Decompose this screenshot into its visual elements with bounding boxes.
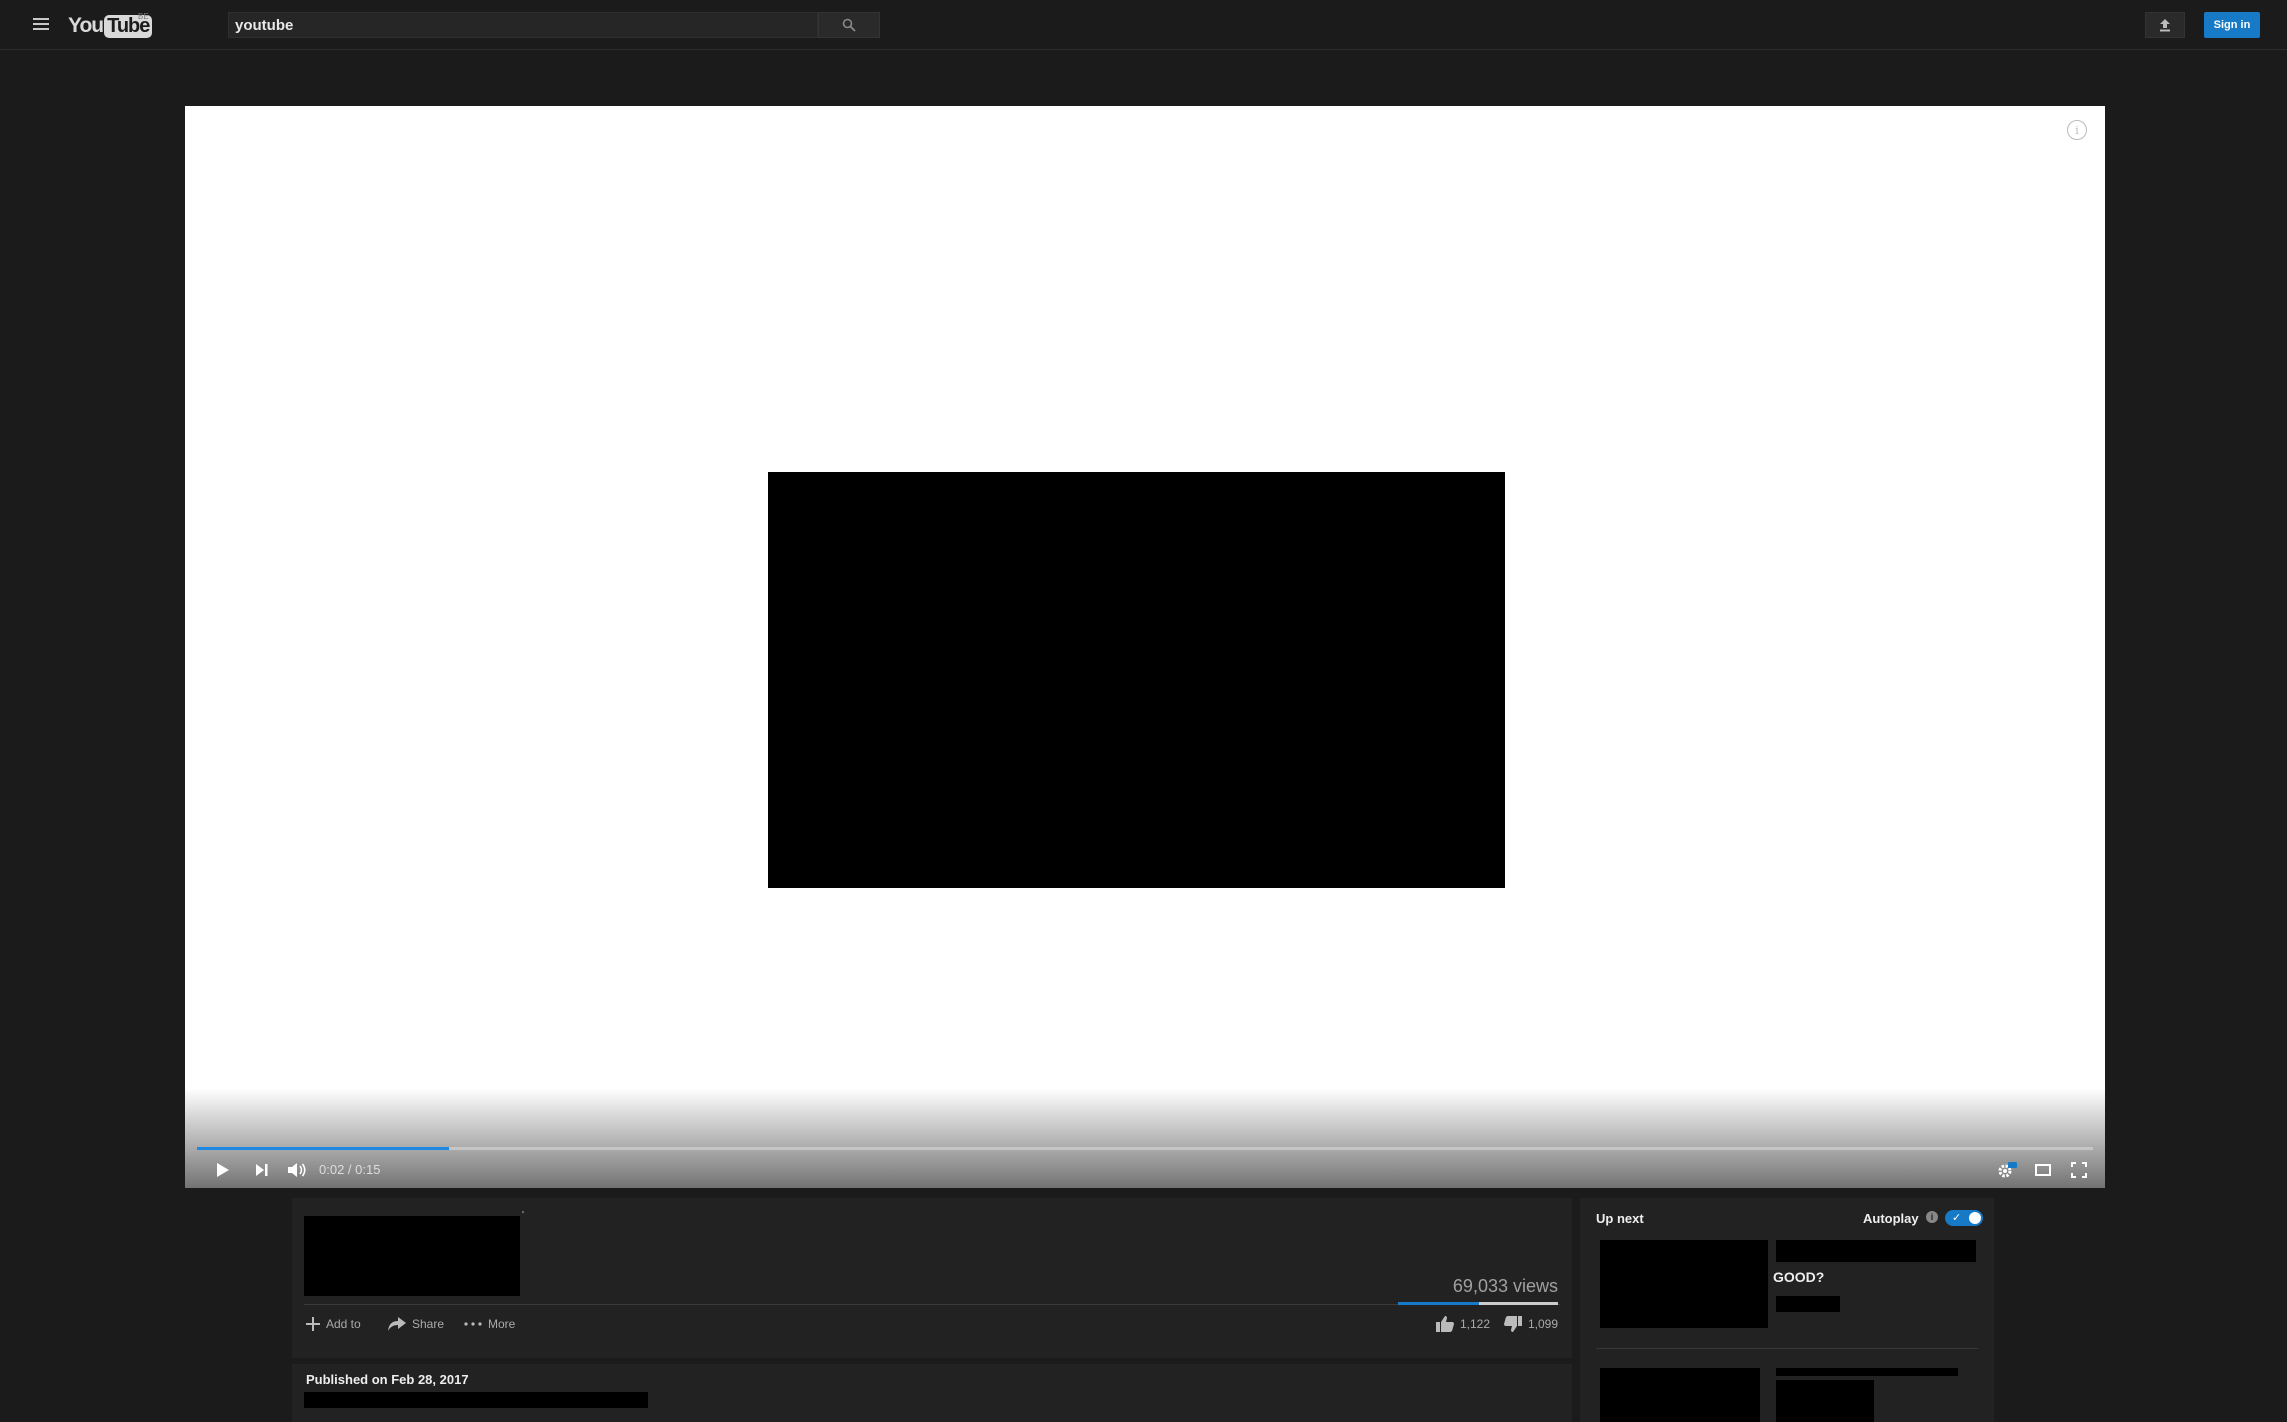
- autoplay-info-icon[interactable]: i: [1926, 1211, 1938, 1223]
- more-label: More: [488, 1317, 516, 1331]
- title-mark: ': [522, 1210, 524, 1221]
- divider: [1596, 1348, 1978, 1349]
- sentiment-bar: [1398, 1302, 1558, 1305]
- more-button[interactable]: More: [464, 1314, 515, 1334]
- video-info-panel: ' 69,033 views Add to Share More 1,122 1…: [292, 1198, 1572, 1358]
- recommendation-channel-redacted: [1776, 1296, 1840, 1312]
- dislike-button[interactable]: 1,099: [1504, 1314, 1558, 1334]
- like-count: 1,122: [1460, 1317, 1491, 1331]
- info-icon[interactable]: i: [2067, 120, 2087, 140]
- dislike-count: 1,099: [1528, 1317, 1559, 1331]
- search-icon: [842, 18, 856, 32]
- toggle-knob: [1969, 1212, 1981, 1224]
- upload-button[interactable]: [2145, 12, 2185, 38]
- play-icon: [217, 1163, 229, 1177]
- share-label: Share: [412, 1317, 445, 1331]
- description-redacted: [304, 1392, 648, 1408]
- view-count: 69,033 views: [1452, 1276, 1558, 1296]
- volume-button[interactable]: [285, 1158, 309, 1182]
- add-to-button[interactable]: Add to: [306, 1314, 361, 1334]
- published-date: Published on Feb 28, 2017: [306, 1372, 469, 1387]
- share-button[interactable]: Share: [388, 1314, 444, 1334]
- next-button[interactable]: [251, 1158, 273, 1182]
- up-next-sidebar: Up next Autoplay i ✓ GOOD?: [1580, 1198, 1994, 1422]
- settings-icon: [1998, 1162, 2017, 1178]
- volume-icon: [288, 1163, 306, 1177]
- next-icon: [256, 1164, 268, 1176]
- fullscreen-icon: [2071, 1162, 2087, 1178]
- up-next-heading: Up next: [1596, 1211, 1644, 1226]
- recommendation-thumbnail[interactable]: [1600, 1368, 1760, 1422]
- theater-mode-button[interactable]: [2031, 1158, 2055, 1182]
- sentiment-like-fill: [1398, 1302, 1479, 1305]
- sign-in-button[interactable]: Sign in: [2204, 12, 2260, 38]
- divider: [304, 1304, 1560, 1305]
- add-icon: [306, 1317, 320, 1331]
- thumbs-up-icon: [1436, 1316, 1454, 1332]
- more-icon: [464, 1322, 482, 1326]
- theater-icon: [2035, 1164, 2051, 1176]
- controls-gradient: [185, 1088, 2105, 1188]
- autoplay-label: Autoplay: [1863, 1211, 1919, 1226]
- settings-button[interactable]: [1995, 1158, 2019, 1182]
- logo-region: BE: [138, 12, 149, 21]
- masthead: You Tube BE youtube Sign in: [0, 0, 2287, 50]
- description-panel: Published on Feb 28, 2017: [292, 1364, 1572, 1422]
- search-input[interactable]: youtube: [228, 12, 818, 38]
- play-button[interactable]: [211, 1158, 235, 1182]
- time-display: 0:02 / 0:15: [319, 1162, 381, 1177]
- fullscreen-button[interactable]: [2067, 1158, 2091, 1182]
- recommendation-title[interactable]: GOOD?: [1773, 1269, 1824, 1285]
- recommendation-title-redacted: [1776, 1240, 1976, 1262]
- check-icon: ✓: [1952, 1212, 1962, 1224]
- video-player[interactable]: i 0:02 / 0:15: [185, 106, 2105, 1188]
- autoplay-toggle[interactable]: ✓: [1945, 1210, 1983, 1226]
- logo-you-text: You: [68, 14, 104, 37]
- progress-bar[interactable]: [197, 1147, 2093, 1150]
- progress-played: [197, 1147, 450, 1150]
- upload-icon: [2160, 19, 2170, 32]
- video-frame[interactable]: [768, 472, 1505, 888]
- recommendation-title-redacted: [1776, 1368, 1958, 1376]
- search-button[interactable]: [818, 12, 880, 38]
- recommendation-meta-redacted: [1776, 1380, 1874, 1422]
- share-icon: [388, 1317, 406, 1331]
- video-title-redacted: [304, 1216, 520, 1296]
- add-to-label: Add to: [326, 1317, 361, 1331]
- thumbs-down-icon: [1504, 1316, 1522, 1332]
- hamburger-icon[interactable]: [33, 18, 49, 32]
- like-button[interactable]: 1,122: [1436, 1314, 1490, 1334]
- recommendation-thumbnail[interactable]: [1600, 1240, 1768, 1328]
